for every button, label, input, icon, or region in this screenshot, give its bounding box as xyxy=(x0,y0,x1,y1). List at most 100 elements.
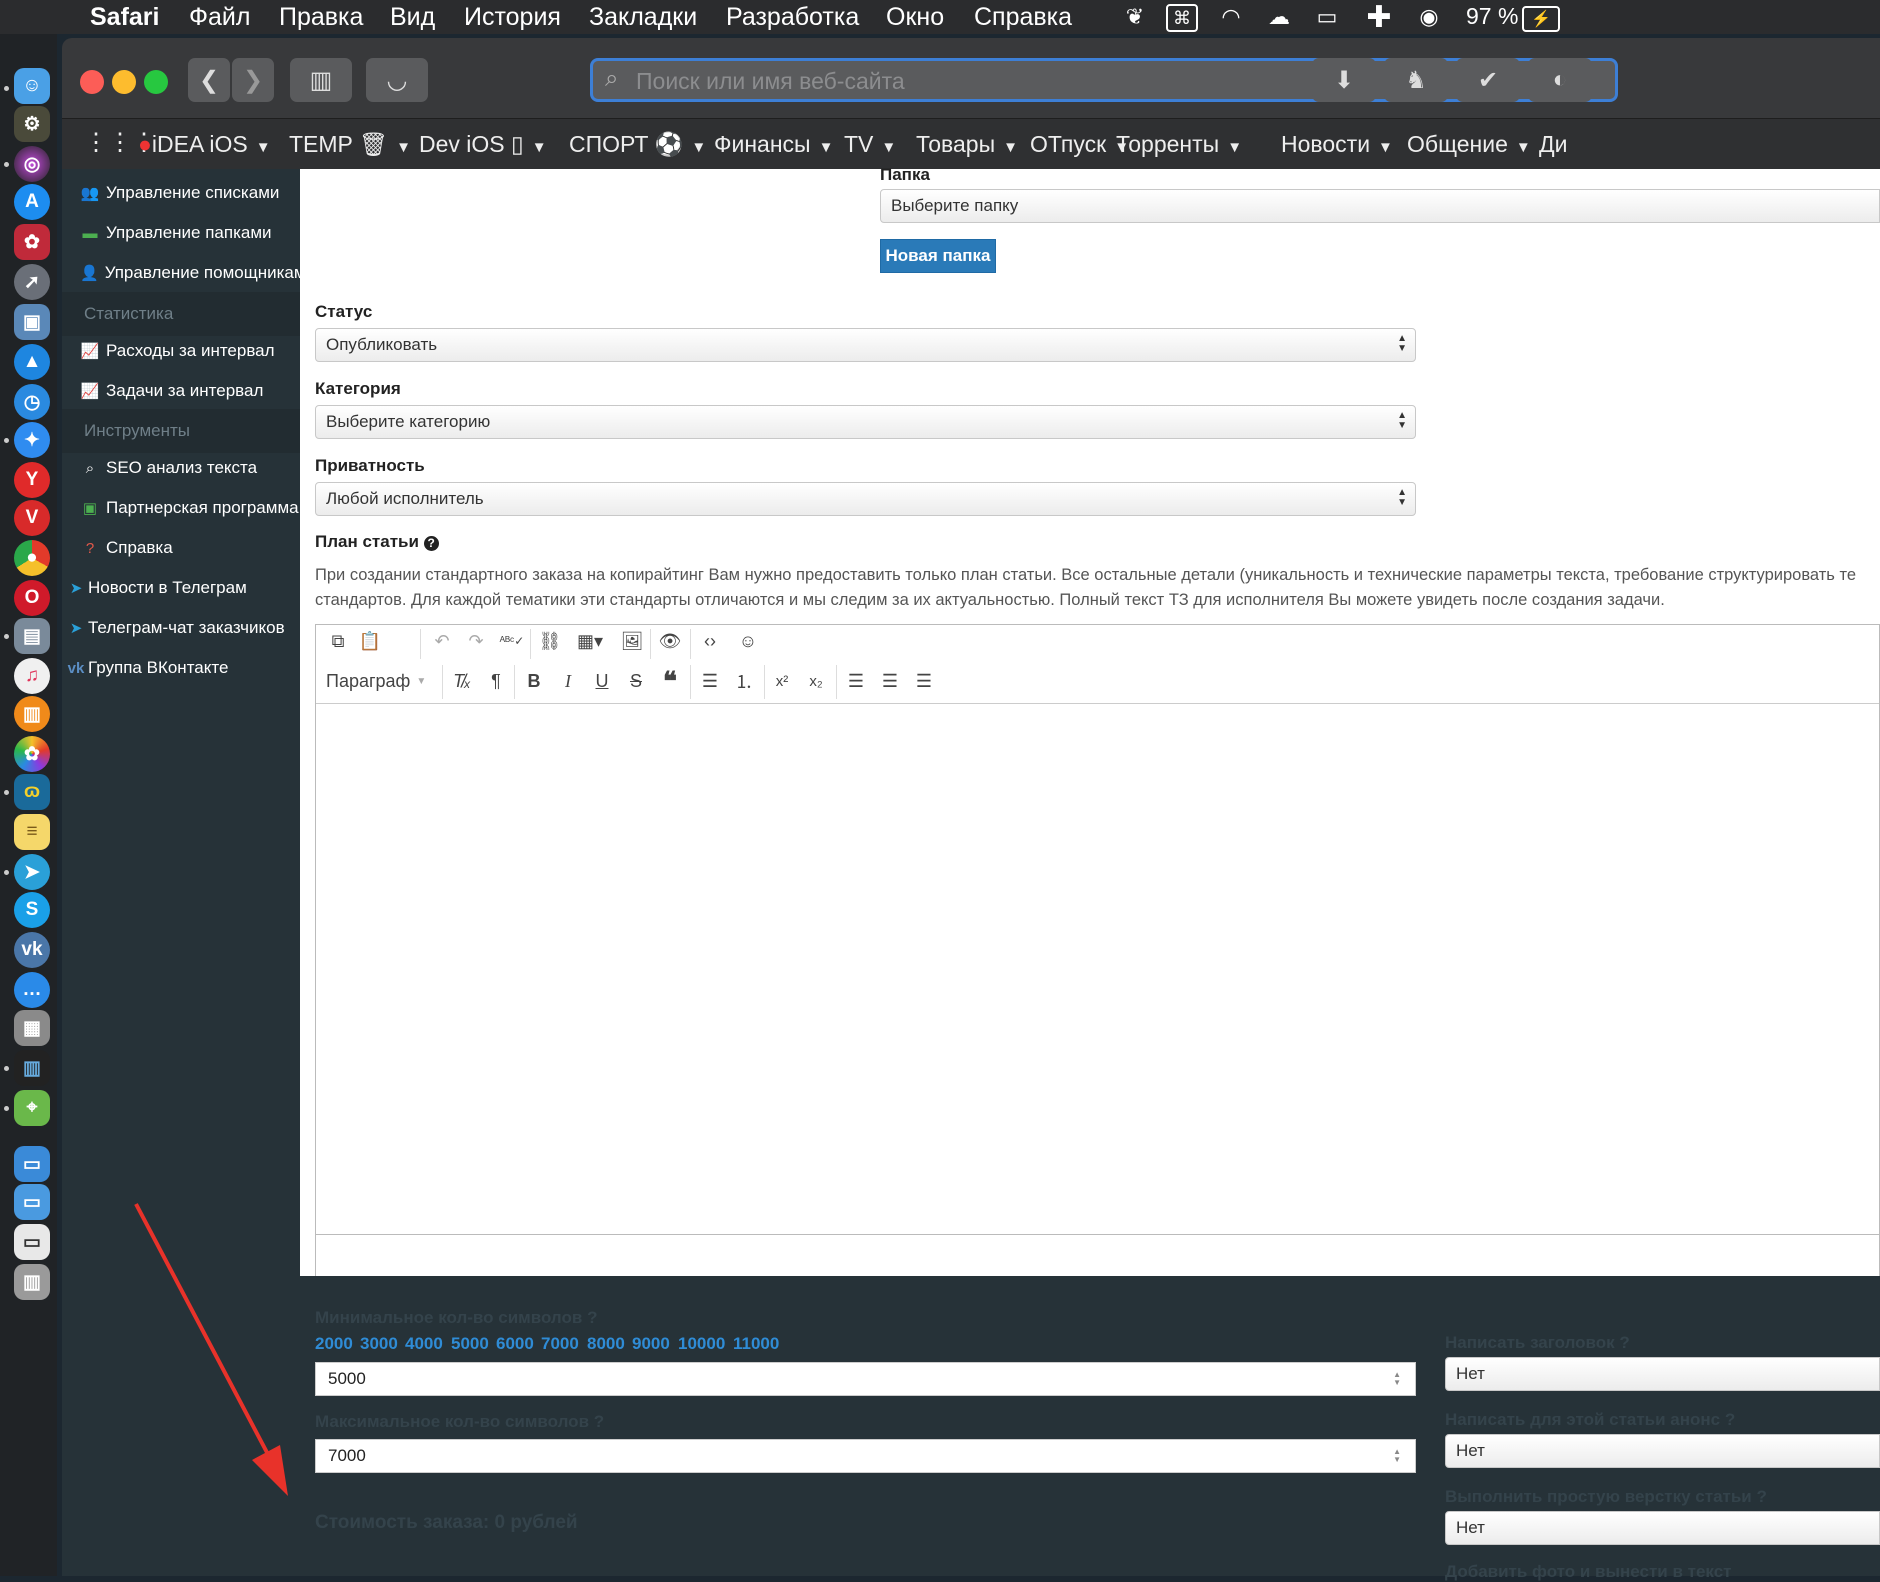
command-icon[interactable]: ⌘ xyxy=(1166,4,1198,32)
bookmark-finance[interactable]: Финансы ▼ xyxy=(714,131,833,158)
siri-icon[interactable]: ◎ xyxy=(14,146,50,182)
bookmark-more[interactable]: Ди xyxy=(1539,131,1567,158)
screenshot-icon[interactable]: ▤ xyxy=(14,618,50,654)
menu-view[interactable]: Вид xyxy=(390,3,435,32)
maps-icon[interactable]: ⌖ xyxy=(14,1090,50,1126)
navigation-icon[interactable]: ▲ xyxy=(14,344,50,380)
bullet-list-icon[interactable]: ☰ xyxy=(696,667,724,695)
align-center-icon[interactable]: ☰ xyxy=(876,667,904,695)
zoom-window-button[interactable] xyxy=(144,70,168,94)
stepper-icon[interactable]: ▲ ▼ xyxy=(1393,1371,1401,1387)
blockquote-icon[interactable]: ❝ xyxy=(656,666,684,696)
clock-icon[interactable]: ◷ xyxy=(14,384,50,420)
privacy-select[interactable]: Любой исполнитель ▲ ▼ xyxy=(315,482,1416,516)
underline-icon[interactable]: U xyxy=(588,667,616,695)
cloud-sync-icon[interactable]: ☁ xyxy=(1264,2,1294,32)
skype-icon[interactable]: S xyxy=(14,892,50,928)
extension-icon[interactable]: ◐ xyxy=(1528,58,1592,102)
category-select[interactable]: Выберите категорию ▲ ▼ xyxy=(315,405,1416,439)
new-folder-button[interactable]: Новая папка xyxy=(880,239,996,273)
menu-bookmarks[interactable]: Закладки xyxy=(589,3,697,32)
robot-icon[interactable]: ⚙ xyxy=(14,106,50,142)
preset-10000[interactable]: 10000 xyxy=(678,1334,725,1354)
align-right-icon[interactable]: ☰ xyxy=(910,667,938,695)
bookmark-torrents[interactable]: Торренты ▼ xyxy=(1116,131,1242,158)
italic-icon[interactable]: I xyxy=(554,667,582,695)
preset-9000[interactable]: 9000 xyxy=(632,1334,670,1354)
numbered-list-icon[interactable]: ⒈ xyxy=(730,667,758,695)
preset-5000[interactable]: 5000 xyxy=(451,1334,489,1354)
minimize-window-button[interactable] xyxy=(112,70,136,94)
messages-icon[interactable]: … xyxy=(14,972,50,1008)
wunderlist-icon[interactable]: ɷ xyxy=(14,774,50,810)
help-circle-icon[interactable]: ? xyxy=(1619,1333,1629,1352)
downloads-icon[interactable]: ⬇ xyxy=(1312,58,1376,102)
books-icon[interactable]: ▥ xyxy=(14,696,50,732)
shield-icon[interactable]: ✔ xyxy=(1456,58,1520,102)
huawei-icon[interactable]: ✿ xyxy=(14,224,50,260)
yandex-icon[interactable]: Y xyxy=(14,462,50,498)
menu-window[interactable]: Окно xyxy=(886,3,944,32)
plus-icon[interactable]: ✚ xyxy=(1364,1,1394,34)
subscript-icon[interactable]: x₂ xyxy=(802,667,830,695)
app-store-icon[interactable]: A xyxy=(14,184,50,220)
bookmark-goods[interactable]: Товары ▼ xyxy=(916,131,1018,158)
bookmark-tv[interactable]: TV ▼ xyxy=(844,131,896,158)
bookmark-temp[interactable]: TEMP 🗑 ▼ xyxy=(289,131,411,158)
document-icon[interactable]: ▭ xyxy=(14,1224,50,1260)
sidebar-item-assistants[interactable]: 👤 Управление помощниками xyxy=(62,249,300,297)
bookmark-vacation[interactable]: ОТпуск ▼ xyxy=(1030,131,1129,158)
preview-eye-icon[interactable]: 👁 xyxy=(656,627,684,655)
applications-folder-icon[interactable]: ▭ xyxy=(14,1146,50,1182)
undo-icon[interactable]: ↶ xyxy=(428,627,456,655)
help-circle-icon[interactable]: ? xyxy=(587,1308,597,1327)
image-icon[interactable]: 🖼 xyxy=(618,627,646,655)
safari-icon[interactable]: ✦ xyxy=(14,422,50,458)
preset-3000[interactable]: 3000 xyxy=(360,1334,398,1354)
menu-help[interactable]: Справка xyxy=(974,3,1072,32)
help-circle-icon[interactable]: ? xyxy=(1756,1487,1766,1506)
preset-11000[interactable]: 11000 xyxy=(733,1334,779,1354)
preset-8000[interactable]: 8000 xyxy=(587,1334,625,1354)
help-circle-icon[interactable]: ? xyxy=(423,536,439,551)
chrome-icon[interactable]: ● xyxy=(14,540,50,576)
finder-icon[interactable]: ☺ xyxy=(14,68,50,104)
bookmark-sport[interactable]: СПОРТ ⚽ ▼ xyxy=(569,131,706,158)
folder-select[interactable]: Выберите папку xyxy=(880,189,1880,223)
preset-2000[interactable]: 2000 xyxy=(315,1334,353,1354)
paste-icon[interactable]: 📋 xyxy=(356,627,384,655)
stepper-icon[interactable]: ▲ ▼ xyxy=(1393,1448,1401,1464)
layout-select[interactable]: Нет xyxy=(1445,1511,1880,1545)
redo-icon[interactable]: ↷ xyxy=(462,627,490,655)
help-circle-icon[interactable]: ? xyxy=(1725,1410,1735,1429)
vk-icon[interactable]: vk xyxy=(14,932,50,968)
link-icon[interactable]: ⛓ xyxy=(536,627,564,655)
emoji-icon[interactable]: ☺ xyxy=(734,627,762,655)
back-button[interactable]: ❮ xyxy=(188,58,230,102)
min-chars-input[interactable]: 5000 ▲ ▼ xyxy=(315,1362,1416,1396)
bookmark-social[interactable]: Общение ▼ xyxy=(1407,131,1531,158)
launchpad-icon[interactable]: ➚ xyxy=(14,264,50,300)
sidebar-item-vk[interactable]: vk Группа ВКонтакте xyxy=(62,644,300,692)
airplay-icon[interactable]: ▭ xyxy=(1312,2,1342,32)
forward-button[interactable]: ❯ xyxy=(232,58,274,102)
opera-icon[interactable]: O xyxy=(14,580,50,616)
clear-format-icon[interactable]: T̸ₓ xyxy=(448,667,476,695)
sidebar-toggle-icon[interactable]: ▥ xyxy=(290,58,352,102)
spellcheck-icon[interactable]: ᴬᴮᶜ✓ xyxy=(498,627,526,655)
battery-icon[interactable]: ⚡ xyxy=(1522,6,1560,32)
editor-body[interactable] xyxy=(316,704,1879,1232)
trash-icon[interactable]: ▥ xyxy=(14,1264,50,1300)
sidebar-item-tasks[interactable]: 📈 Задачи за интервал xyxy=(62,367,300,415)
superscript-icon[interactable]: x² xyxy=(768,667,796,695)
telegram-icon[interactable]: ➤ xyxy=(14,854,50,890)
preset-7000[interactable]: 7000 xyxy=(541,1334,579,1354)
wifi-icon[interactable]: ◉ xyxy=(1414,2,1444,32)
wifi-off-icon[interactable]: ◠ xyxy=(1216,2,1246,32)
vivaldi-icon[interactable]: V xyxy=(14,500,50,536)
bold-icon[interactable]: B xyxy=(520,667,548,695)
activity-monitor-icon[interactable]: ▥ xyxy=(14,1050,50,1086)
photos-icon[interactable]: ✿ xyxy=(14,736,50,772)
menu-file[interactable]: Файл xyxy=(189,3,250,32)
calculator-icon[interactable]: ▦ xyxy=(14,1010,50,1046)
